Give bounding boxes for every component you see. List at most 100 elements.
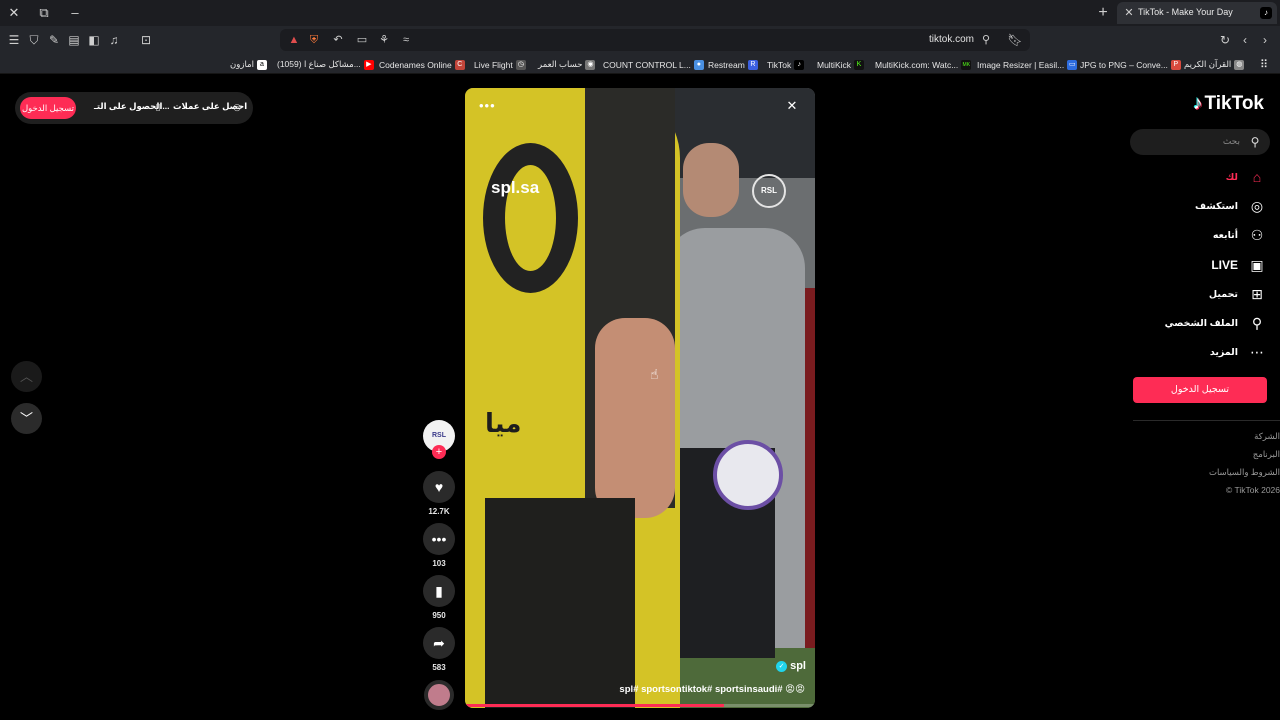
bookmark-button[interactable]: ▮ xyxy=(423,575,455,607)
nav-label: تحميل xyxy=(1208,288,1238,300)
new-tab-button[interactable]: + xyxy=(1094,4,1112,22)
restore-window-icon[interactable]: ⧉ xyxy=(35,4,53,22)
close-window-icon[interactable]: ✕ xyxy=(5,4,23,22)
video-scene xyxy=(683,143,739,217)
multikick-watch-icon: MK xyxy=(961,59,972,70)
nav-live[interactable]: LIVE ▣ xyxy=(1211,255,1266,275)
warning-icon[interactable]: ▲ xyxy=(286,32,302,48)
browser-toolbar: ☰ ⛉ ✎ ▤ ◧ ♫ ⊡ ▲ ⛨ ↶ ▭ ⚘ ≈ tiktok.com ⚲ 🔖… xyxy=(0,26,1280,54)
tab-close-icon[interactable]: ✕ xyxy=(1122,5,1136,21)
bookmark-item[interactable]: JPG to PNG – Conve... P xyxy=(1080,58,1181,71)
more-icon: ⋯ xyxy=(1250,344,1264,360)
video-caption[interactable]: spl# sportsontiktok# sportsinsaudi# 😡😡 xyxy=(619,684,805,695)
logo-text: TikTok xyxy=(1204,93,1264,114)
nav-more[interactable]: المزيد ⋯ xyxy=(1210,342,1266,362)
translate-icon[interactable]: ⚘ xyxy=(376,32,392,48)
tiktok-page: تسجيل الدخول الحصول على التـ... ▯ احصل ع… xyxy=(0,75,1280,720)
chevron-down-icon: ﹀ xyxy=(19,411,33,426)
tiktok-note-icon: ♪ xyxy=(1193,93,1203,114)
bookmark-item[interactable]: Live Flight ◷ xyxy=(474,58,526,71)
nav-profile[interactable]: الملف الشخصي ⚲ xyxy=(1165,313,1266,333)
home-icon: ⌂ xyxy=(1252,169,1262,185)
promo-login-button[interactable]: تسجيل الدخول xyxy=(20,97,76,119)
footer-link-terms[interactable]: الشروط والسياسات xyxy=(1209,467,1280,478)
reload-icon[interactable]: ↻ xyxy=(1217,32,1233,48)
bookmark-page-icon[interactable]: 🔖︎ xyxy=(1007,32,1023,48)
jersey-sponsor: ميا xyxy=(485,408,522,438)
music-icon[interactable]: ♫ xyxy=(106,32,122,48)
nav-label: لك xyxy=(1225,171,1238,183)
follow-button[interactable]: + xyxy=(432,445,446,459)
live-icon: ▣ xyxy=(1250,257,1264,273)
music-disc-icon[interactable] xyxy=(424,680,454,710)
browser-tabbar: ✕ ⧉ – + ✕ TikTok - Make Your Day ♪ xyxy=(0,0,1280,26)
author-name: spl xyxy=(790,660,806,672)
shield-icon[interactable]: ⛉ xyxy=(26,32,42,48)
nav-for-you[interactable]: لك ⌂ xyxy=(1226,167,1266,187)
footer-link-program[interactable]: البرنامج xyxy=(1253,449,1280,460)
address-bar[interactable]: ▲ ⛨ ↶ ▭ ⚘ ≈ tiktok.com ⚲ xyxy=(280,29,1030,51)
cursor-icon: ☝ xyxy=(650,366,659,382)
search-icon[interactable]: ⚲ xyxy=(1247,134,1263,150)
video-scene xyxy=(485,498,635,708)
next-video-button[interactable]: ﹀ xyxy=(11,403,42,434)
bookmark-count: 950 xyxy=(432,611,446,620)
search-placeholder: بحث xyxy=(1222,136,1240,146)
back-arrow-icon[interactable]: ↶ xyxy=(330,32,346,48)
bookmark-item[interactable]: COUNT CONTROL L... ● xyxy=(603,58,704,71)
tab-title: TikTok - Make Your Day xyxy=(1138,7,1233,17)
like-button[interactable]: ♥ xyxy=(423,471,455,503)
bookmark-item[interactable]: MultiKick K xyxy=(817,58,865,71)
video-more-icon[interactable]: ••• xyxy=(479,98,496,113)
nav-explore[interactable]: استكشف ◎ xyxy=(1195,196,1266,216)
tabs-icon[interactable]: ▤ xyxy=(66,32,82,48)
screenshot-icon[interactable]: ⊡ xyxy=(138,32,154,48)
tiktok-favicon-icon: ♪ xyxy=(1260,7,1272,19)
codenames-icon: C xyxy=(454,59,465,70)
bookmarks-grid-icon[interactable]: ⠿ xyxy=(1260,58,1268,71)
previous-video-button[interactable]: ︿ xyxy=(11,361,42,392)
nav-upload[interactable]: تحميل ⊞ xyxy=(1209,284,1266,304)
bookmark-item[interactable]: TikTok ♪ xyxy=(767,58,805,71)
bookmark-item[interactable]: MultiKick.com: Watc... MK xyxy=(875,58,972,71)
video-scene xyxy=(595,318,675,518)
nav-following[interactable]: أتابعه ⚇ xyxy=(1213,225,1266,245)
bookmark-item[interactable]: Image Resizer | Easil... ▭ xyxy=(977,58,1078,71)
following-icon: ⚇ xyxy=(1250,227,1264,243)
minimize-window-icon[interactable]: – xyxy=(66,4,84,22)
age-calc-icon: ◉ xyxy=(585,59,596,70)
bookmark-item[interactable]: حساب العمر ◉ xyxy=(538,58,596,71)
comment-icon: ••• xyxy=(431,531,447,547)
volume-icon[interactable]: ✕ xyxy=(783,97,801,115)
bookmarks-bar: امازون a (1059) مشاكل صناع ا... ▶ Codename… xyxy=(0,54,1280,74)
video-watermark: spl.sa xyxy=(491,178,540,197)
progress-fill xyxy=(465,704,724,707)
sidebar-icon[interactable]: ◧ xyxy=(86,32,102,48)
bookmark-item[interactable]: امازون a xyxy=(230,58,267,71)
share-button[interactable]: ➦ xyxy=(423,627,455,659)
comment-button[interactable]: ••• xyxy=(423,523,455,555)
login-button[interactable]: تسجيل الدخول xyxy=(1133,377,1267,403)
youtube-icon: ▶ xyxy=(363,59,374,70)
laptop-icon[interactable]: ▭ xyxy=(354,32,370,48)
menu-icon[interactable]: ☰ xyxy=(6,32,22,48)
video-player[interactable]: ميا spl.sa RSL ••• ✕ ☝ ✓ spl spl# sports… xyxy=(465,88,815,708)
brush-icon[interactable]: ✎ xyxy=(46,32,62,48)
footer-link-company[interactable]: الشركة xyxy=(1254,431,1280,442)
nav-label: أتابعه xyxy=(1212,229,1238,241)
bookmark-item[interactable]: Codenames Online C xyxy=(379,58,465,71)
bookmark-item[interactable]: Restream R xyxy=(708,58,758,71)
phone-icon: ▯ xyxy=(155,102,161,112)
forward-icon[interactable]: › xyxy=(1257,32,1273,48)
url-text: tiktok.com xyxy=(928,34,974,45)
browser-tab-tiktok[interactable]: ✕ TikTok - Make Your Day ♪ xyxy=(1117,2,1277,24)
bookmark-item[interactable]: (1059) مشاكل صناع ا... ▶ xyxy=(277,58,374,71)
tiktok-logo[interactable]: ♪ TikTok xyxy=(1193,93,1264,115)
video-author[interactable]: ✓ spl xyxy=(776,660,806,672)
bookmark-item[interactable]: القرآن الكريم ◍ xyxy=(1184,58,1245,71)
extension-icon[interactable]: ≈ xyxy=(398,32,414,48)
brave-shield-icon[interactable]: ⛨ xyxy=(306,32,322,48)
site-settings-icon[interactable]: ⚲ xyxy=(978,32,994,48)
back-icon[interactable]: ‹ xyxy=(1237,32,1253,48)
search-input[interactable]: بحث ⚲ xyxy=(1130,129,1270,155)
